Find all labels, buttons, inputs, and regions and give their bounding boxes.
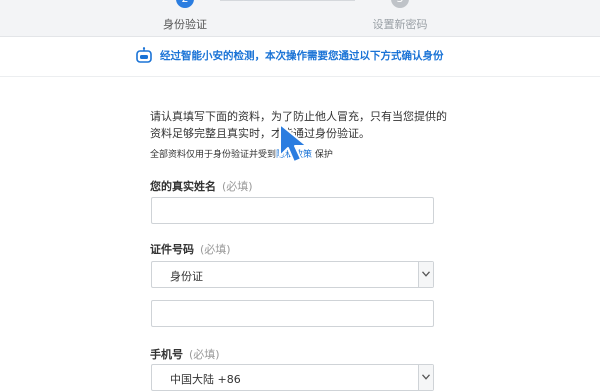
real-name-input[interactable] bbox=[151, 197, 434, 224]
mouse-pointer-icon bbox=[279, 123, 308, 163]
chevron-down-icon[interactable] bbox=[418, 365, 433, 390]
required-hint: (必填) bbox=[200, 243, 231, 256]
step-number-badge: 2 bbox=[176, 0, 194, 8]
real-name-label: 您的真实姓名 (必填) bbox=[150, 178, 253, 194]
required-hint: (必填) bbox=[189, 348, 220, 361]
chevron-down-icon[interactable] bbox=[418, 262, 433, 287]
required-hint: (必填) bbox=[222, 180, 253, 193]
notice-text: 经过智能小安的检测，本次操作需要您通过以下方式确认身份 bbox=[160, 50, 444, 62]
id-number-input[interactable] bbox=[151, 300, 434, 327]
field-label-text: 您的真实姓名 bbox=[150, 180, 216, 193]
security-notice: 经过智能小安的检测，本次操作需要您通过以下方式确认身份 bbox=[124, 45, 484, 67]
phone-country-select[interactable]: 中国大陆 +86 bbox=[151, 364, 434, 391]
privacy-prefix: 全部资料仅用于身份验证并受到 bbox=[150, 150, 277, 160]
robot-assistant-icon bbox=[136, 47, 152, 63]
step-label: 身份验证 bbox=[163, 18, 207, 31]
step-label: 设置新密码 bbox=[372, 18, 428, 31]
field-label-text: 手机号 bbox=[150, 348, 183, 361]
id-number-label: 证件号码 (必填) bbox=[150, 241, 231, 257]
id-type-select[interactable]: 身份证 bbox=[151, 261, 434, 288]
privacy-suffix: 保护 bbox=[314, 150, 333, 160]
id-type-value: 身份证 bbox=[170, 270, 203, 283]
phone-country-value: 中国大陆 +86 bbox=[170, 373, 241, 386]
field-label-text: 证件号码 bbox=[150, 243, 194, 256]
step-connector bbox=[220, 0, 355, 1]
phone-label: 手机号 (必填) bbox=[150, 346, 220, 362]
step-number-badge: 3 bbox=[391, 0, 409, 8]
divider bbox=[0, 76, 600, 77]
step-progress-bar: 2 身份验证 3 设置新密码 bbox=[0, 0, 600, 37]
